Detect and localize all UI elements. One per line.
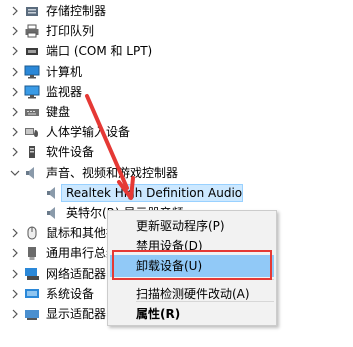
tree-item[interactable]: 监视器 [0,82,353,102]
tree-item[interactable]: 人体学输入设备 [0,122,353,142]
tree-item[interactable]: 声音、视频和游戏控制器 [0,163,353,183]
mouse-icon [24,225,40,241]
keyboard-icon [24,104,40,120]
speaker-icon [45,205,61,221]
chevron-down-icon[interactable] [10,168,20,178]
tree-child-item[interactable]: Realtek High Definition Audio [0,183,353,203]
usb-icon [24,245,40,261]
chevron-right-icon[interactable] [10,248,20,258]
chevron-right-icon[interactable] [10,289,20,299]
tree-item-label: 计算机 [46,65,83,79]
printer-icon [24,23,40,39]
menu-item-disable-device[interactable]: 禁用设备(D) [110,235,274,257]
tree-item-label: 网络适配器 [46,267,107,281]
tree-item-label: 端口 (COM 和 LPT) [46,44,153,58]
tree-item-label: 软件设备 [46,145,95,159]
chevron-right-icon[interactable] [10,127,20,137]
tree-item-label: Realtek High Definition Audio [66,186,243,200]
chevron-right-icon[interactable] [10,107,20,117]
software-device-icon [24,144,40,160]
chevron-right-icon[interactable] [10,309,20,319]
tree-item-label: 键盘 [46,105,71,119]
menu-separator [136,301,274,302]
tree-item[interactable]: 端口 (COM 和 LPT) [0,41,353,61]
chevron-right-icon[interactable] [10,87,20,97]
chevron-right-icon[interactable] [10,46,20,56]
tree-item-label: 打印队列 [46,24,95,38]
chevron-right-icon[interactable] [10,269,20,279]
chevron-right-icon[interactable] [10,67,20,77]
chevron-right-icon[interactable] [10,228,20,238]
tree-item-label: 存储控制器 [46,4,107,18]
chevron-right-icon[interactable] [10,147,20,157]
tree-item-label: 人体学输入设备 [46,125,131,139]
menu-item-uninstall-device[interactable]: 卸载设备(U) [110,255,274,277]
storage-controller-icon [24,3,40,19]
hid-icon [24,124,40,140]
tree-item[interactable]: 软件设备 [0,142,353,162]
monitor-icon [24,84,40,100]
speaker-icon [24,165,40,181]
system-device-icon [24,286,40,302]
tree-item-label: 系统设备 [46,287,95,301]
device-manager-view: 存储控制器打印队列端口 (COM 和 LPT) 计算机监视器键盘人体学输入设备 软件… [0,0,353,347]
tree-item[interactable]: 计算机 [0,62,353,82]
chevron-right-icon[interactable] [10,6,20,16]
tree-item-label: 声音、视频和游戏控制器 [46,166,179,180]
tree-item[interactable]: 存储控制器 [0,1,353,21]
port-icon [24,43,40,59]
tree-item-label: 显示适配器 [46,307,107,321]
tree-item[interactable]: 键盘 [0,102,353,122]
computer-icon [24,64,40,80]
chevron-right-icon[interactable] [10,26,20,36]
speaker-icon [45,185,61,201]
tree-item-label: 监视器 [46,85,83,99]
menu-item-update-driver[interactable]: 更新驱动程序(P) [110,215,274,237]
menu-item-properties[interactable]: 属性(R) [110,303,274,325]
tree-item[interactable]: 打印队列 [0,21,353,41]
network-adapter-icon [24,266,40,282]
display-adapter-icon [24,306,40,322]
context-menu: 更新驱动程序(P) 禁用设备(D) 卸载设备(U) 扫描检测硬件改动(A) 属性… [107,210,277,326]
menu-separator [136,279,274,280]
